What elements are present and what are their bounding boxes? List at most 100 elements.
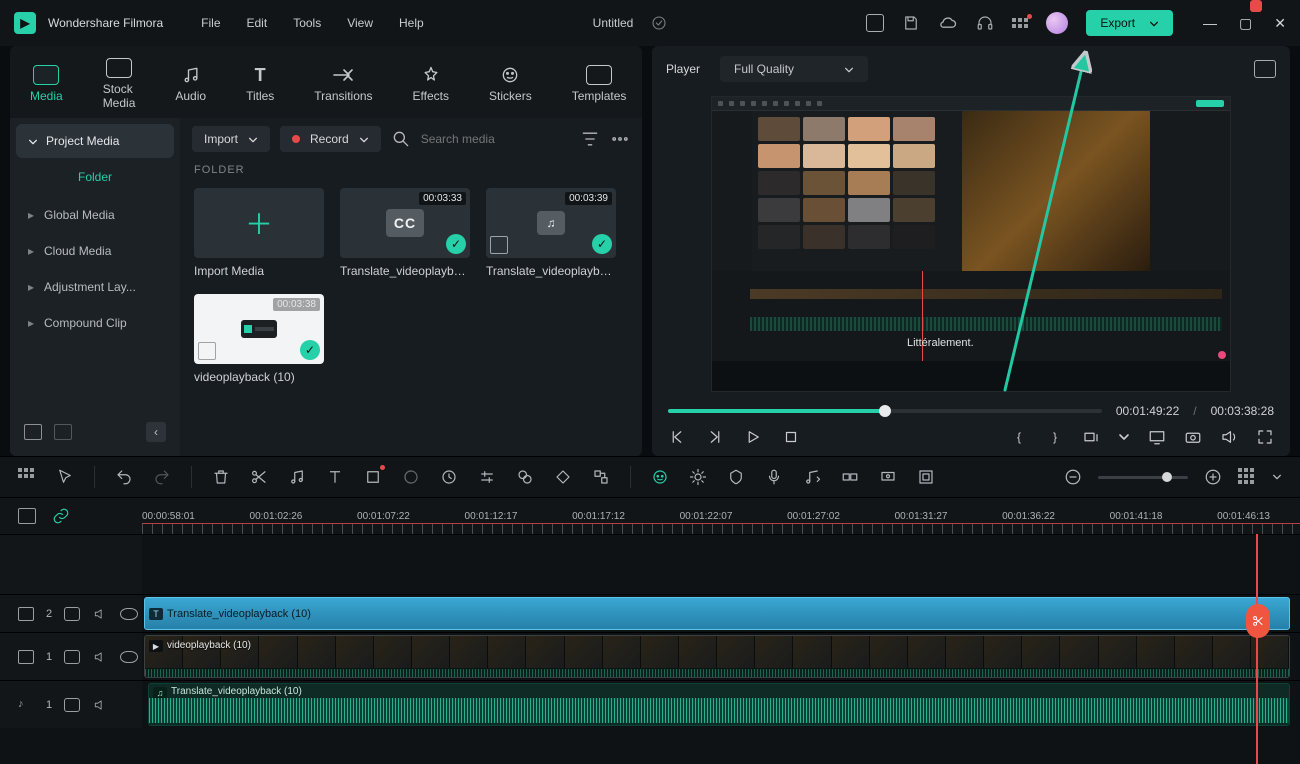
zoom-in-icon[interactable]	[1204, 468, 1222, 486]
quality-dropdown[interactable]: Full Quality	[720, 56, 868, 82]
tab-stock-media[interactable]: Stock Media	[93, 54, 146, 114]
clip-audio[interactable]: ♫ Translate_videoplayback (10)	[148, 683, 1290, 726]
adjust-icon[interactable]	[478, 468, 496, 486]
color-icon[interactable]	[516, 468, 534, 486]
arrow-tool-icon[interactable]	[56, 468, 74, 486]
mark-out-icon[interactable]: }	[1046, 428, 1064, 446]
tab-media[interactable]: Media	[20, 61, 73, 107]
menu-edit[interactable]: Edit	[247, 16, 268, 30]
thumb-import[interactable]: ＋ Import Media	[194, 188, 324, 278]
delete-icon[interactable]	[212, 468, 230, 486]
lock-icon[interactable]	[64, 607, 80, 621]
zoom-out-icon[interactable]	[1064, 468, 1082, 486]
redo-icon[interactable]	[153, 468, 171, 486]
cloud-icon[interactable]	[938, 15, 958, 31]
marker-icon[interactable]	[727, 468, 745, 486]
eye-icon[interactable]	[120, 651, 138, 663]
close-button[interactable]: ✕	[1274, 15, 1286, 32]
collapse-sidebar-icon[interactable]: ‹	[146, 422, 166, 442]
track-head-subtitle[interactable]: 2	[0, 595, 142, 632]
mark-in-icon[interactable]: {	[1010, 428, 1028, 446]
text-tool-icon[interactable]	[326, 468, 344, 486]
export-button[interactable]: Export	[1086, 10, 1173, 36]
sidebar-folder-active[interactable]: Folder	[16, 160, 174, 196]
tab-titles[interactable]: TTitles	[236, 61, 284, 107]
smart-cut-icon[interactable]	[841, 468, 859, 486]
mute-icon[interactable]	[92, 650, 108, 664]
fit-icon[interactable]	[917, 468, 935, 486]
voiceover-icon[interactable]	[765, 468, 783, 486]
player-tab[interactable]: Player	[666, 62, 700, 76]
progress-knob[interactable]	[879, 405, 891, 417]
next-frame-icon[interactable]	[706, 428, 724, 446]
import-dropdown[interactable]: Import	[192, 126, 270, 152]
render-icon[interactable]	[879, 468, 897, 486]
zoom-slider[interactable]	[1098, 476, 1188, 479]
mute-icon[interactable]	[92, 698, 108, 712]
menu-file[interactable]: File	[201, 16, 220, 30]
stop-icon[interactable]	[782, 428, 800, 446]
headphones-icon[interactable]	[976, 14, 994, 32]
track-head-video[interactable]: 1	[0, 633, 142, 680]
eye-icon[interactable]	[120, 608, 138, 620]
track-options-icon[interactable]	[18, 508, 36, 524]
group-icon[interactable]	[592, 468, 610, 486]
fullscreen-icon[interactable]	[1256, 428, 1274, 446]
sidebar-item-cloud-media[interactable]: ▸Cloud Media	[16, 234, 174, 268]
lock-icon[interactable]	[64, 650, 80, 664]
sidebar-project-media[interactable]: Project Media	[16, 124, 174, 158]
avatar[interactable]	[1046, 12, 1068, 34]
remove-folder-icon[interactable]	[54, 424, 72, 440]
playhead-handle[interactable]	[1250, 0, 1262, 12]
menu-tools[interactable]: Tools	[293, 16, 321, 30]
tab-audio[interactable]: Audio	[165, 61, 216, 107]
play-icon[interactable]	[744, 428, 762, 446]
audio-tool-icon[interactable]	[288, 468, 306, 486]
split-icon[interactable]	[250, 468, 268, 486]
sidebar-item-adjustment-layer[interactable]: ▸Adjustment Lay...	[16, 270, 174, 304]
menu-help[interactable]: Help	[399, 16, 424, 30]
tab-templates[interactable]: Templates	[562, 61, 637, 107]
display-icon[interactable]	[1148, 428, 1166, 446]
enhance-icon[interactable]	[689, 468, 707, 486]
clip-video[interactable]: ▶ videoplayback (10)	[144, 635, 1290, 678]
clip-subtitle[interactable]: T Translate_videoplayback (10)	[144, 597, 1290, 630]
keyframe-icon[interactable]	[554, 468, 572, 486]
screen-icon[interactable]	[866, 14, 884, 32]
snapshot-gallery-icon[interactable]	[1254, 60, 1276, 78]
quick-split-icon[interactable]	[1246, 604, 1270, 638]
ratio-icon[interactable]	[1082, 428, 1100, 446]
mute-icon[interactable]	[92, 607, 108, 621]
undo-icon[interactable]	[115, 468, 133, 486]
timeline-ruler[interactable]: 00:00:58:01 00:01:02:26 00:01:07:22 00:0…	[142, 498, 1300, 534]
playhead-line[interactable]	[1256, 534, 1258, 764]
sidebar-item-compound-clip[interactable]: ▸Compound Clip	[16, 306, 174, 340]
progress-track[interactable]	[668, 409, 1102, 413]
search-input[interactable]	[421, 132, 570, 146]
filter-icon[interactable]	[580, 129, 600, 149]
lock-icon[interactable]	[64, 698, 80, 712]
prev-frame-icon[interactable]	[668, 428, 686, 446]
apps-icon[interactable]	[1012, 18, 1028, 28]
ai-tool-icon[interactable]	[651, 468, 669, 486]
mask-tool-icon[interactable]	[402, 468, 420, 486]
minimize-button[interactable]: —	[1203, 15, 1217, 32]
grid-tool-icon[interactable]	[18, 468, 36, 486]
new-folder-icon[interactable]	[24, 424, 42, 440]
thumb-translate-cc[interactable]: 00:03:33 CC ✓ Translate_videoplayba...	[340, 188, 470, 278]
link-icon[interactable]	[52, 507, 70, 525]
menu-view[interactable]: View	[347, 16, 373, 30]
project-title[interactable]: Untitled	[593, 16, 634, 30]
maximize-button[interactable]: ▢	[1239, 15, 1252, 32]
preview-screen[interactable]: Littéralement.	[711, 96, 1231, 392]
tab-effects[interactable]: Effects	[403, 61, 459, 107]
save-icon[interactable]	[902, 14, 920, 32]
record-dropdown[interactable]: Record	[280, 126, 381, 152]
chevron-down-icon[interactable]	[1118, 428, 1130, 446]
view-grid-icon[interactable]	[1238, 468, 1256, 486]
audio-sync-icon[interactable]	[803, 468, 821, 486]
speed-icon[interactable]	[440, 468, 458, 486]
more-icon[interactable]	[610, 129, 630, 149]
camera-icon[interactable]	[1184, 428, 1202, 446]
tab-transitions[interactable]: Transitions	[304, 61, 382, 107]
